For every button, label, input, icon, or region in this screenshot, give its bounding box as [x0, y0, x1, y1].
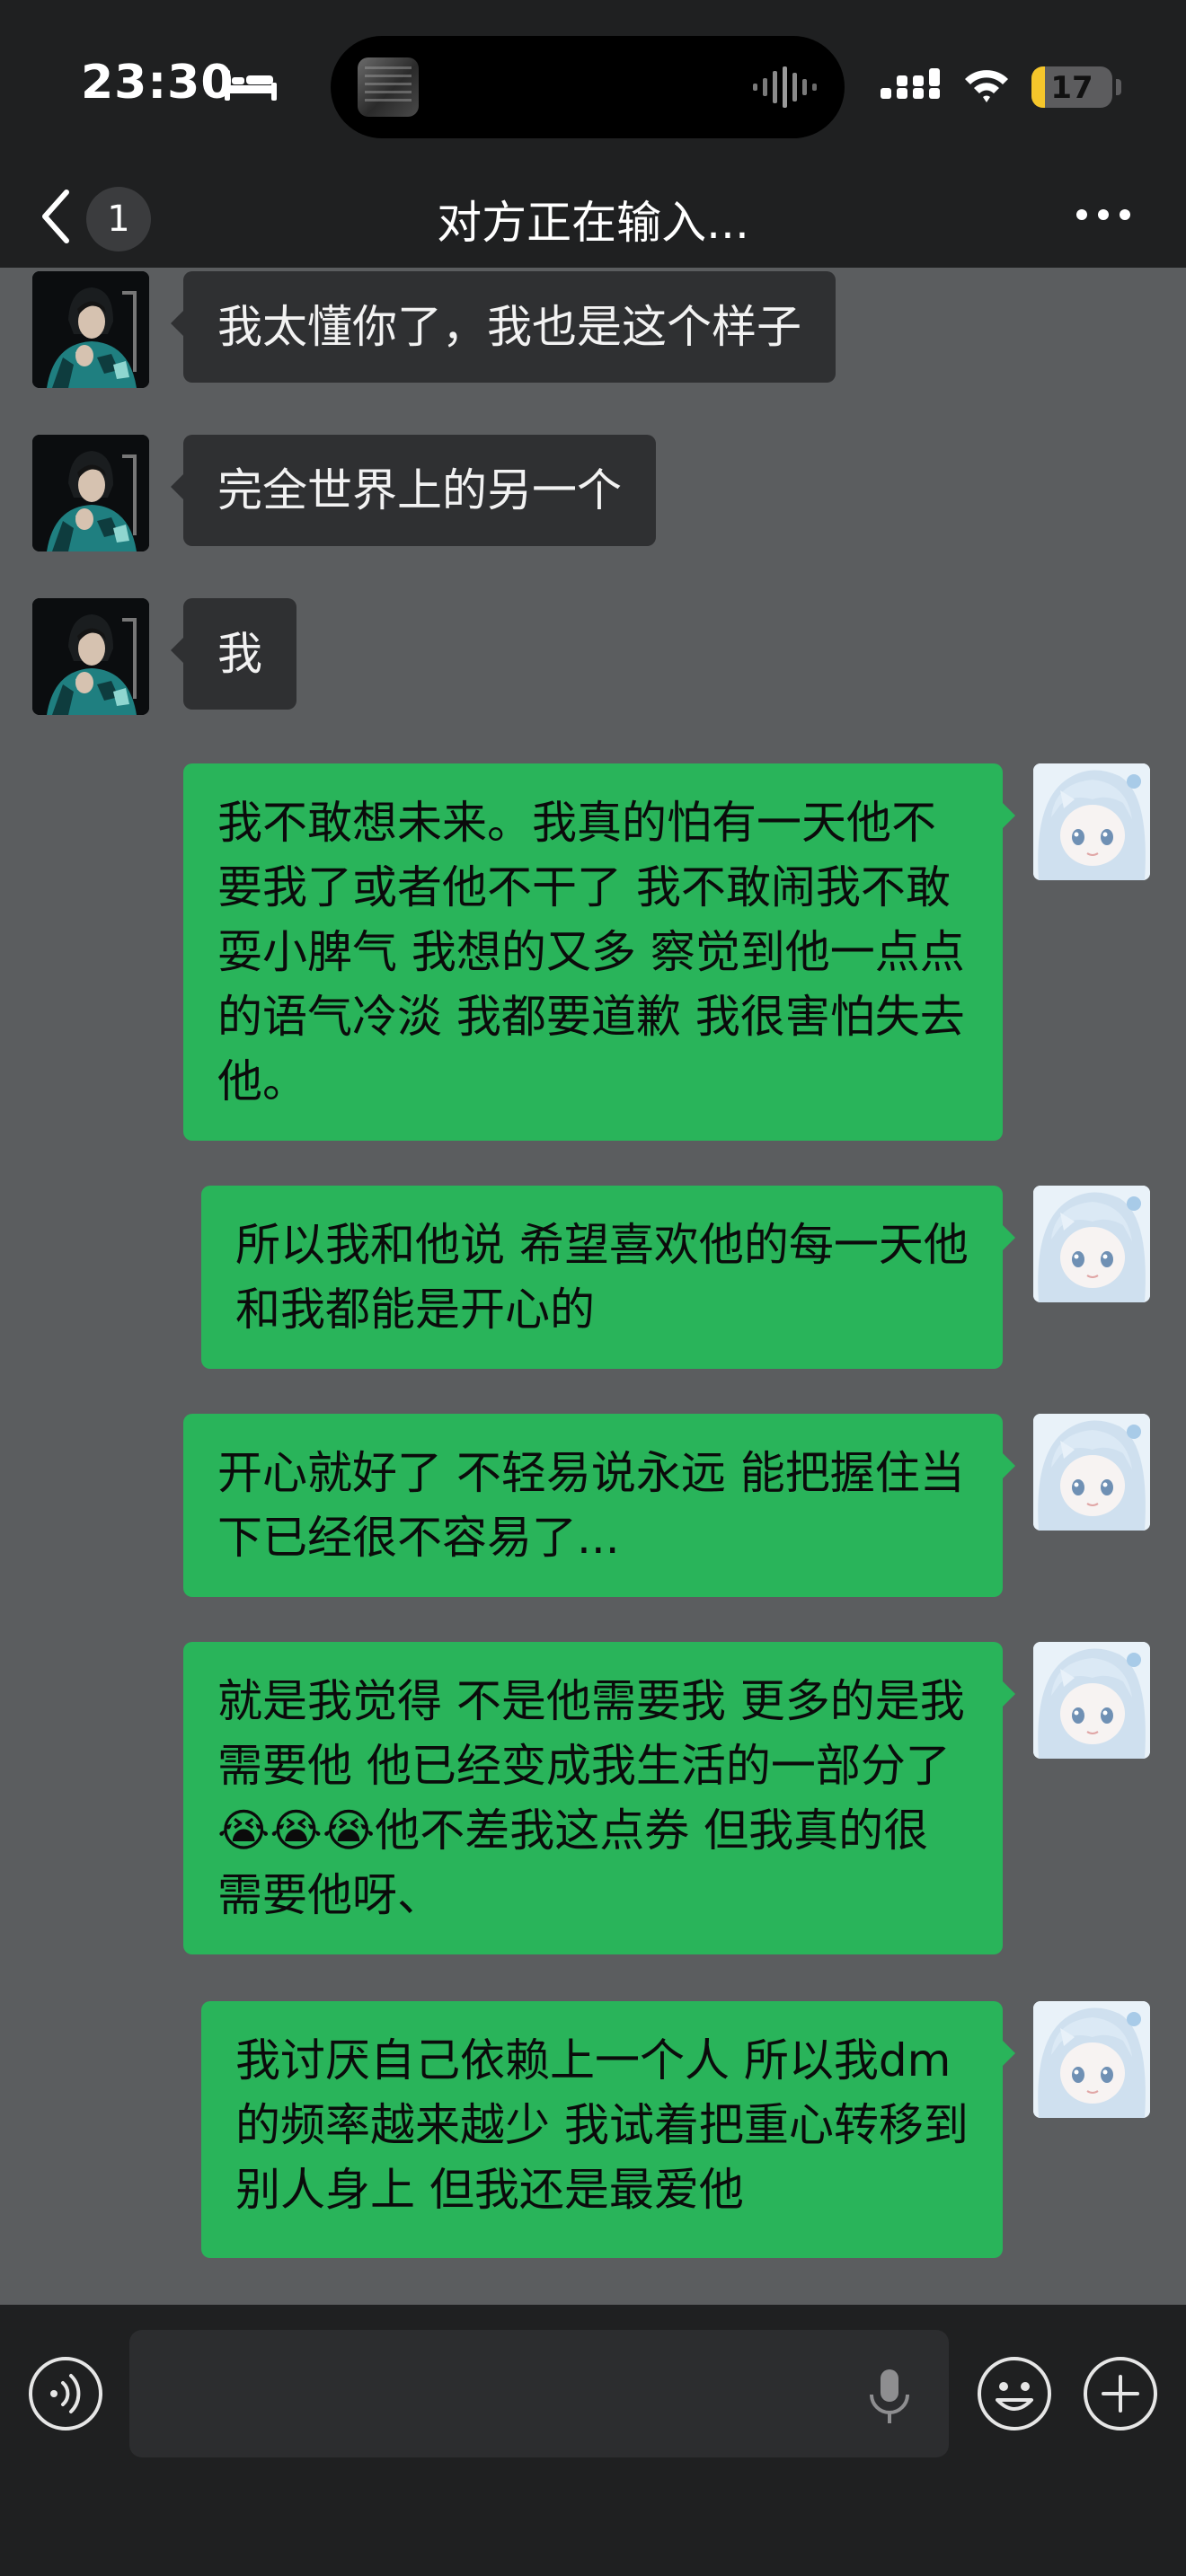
my-avatar[interactable] — [1033, 1414, 1150, 1531]
peer-avatar[interactable] — [32, 435, 149, 551]
now-playing-artwork — [358, 57, 419, 117]
my-avatar-image — [1033, 1414, 1150, 1531]
message-input[interactable] — [129, 2330, 949, 2457]
peer-avatar[interactable] — [32, 598, 149, 715]
wifi-icon — [965, 70, 1008, 102]
message-bubble-mine[interactable]: 我讨厌自己依赖上一个人 所以我dm的频率越来越少 我试着把重心转移到别人身上 但… — [201, 2001, 1015, 2258]
emoji-icon[interactable] — [976, 2355, 1053, 2432]
my-avatar[interactable] — [1033, 763, 1150, 880]
message-bubble-peer[interactable]: 完全世界上的另一个 — [171, 435, 656, 546]
peer-avatar-image — [32, 271, 149, 388]
my-avatar-image — [1033, 1642, 1150, 1759]
status-time: 23:30 — [81, 56, 235, 110]
message-bubble-mine[interactable]: 我不敢想未来。我真的怕有一天他不要我了或者他不干了 我不敢闹我不敢耍小脾气 我想… — [183, 763, 1015, 1141]
input-bar — [0, 2305, 1186, 2576]
my-avatar-image — [1033, 2001, 1150, 2118]
signal-icon — [881, 68, 940, 99]
battery-icon: 17 — [1031, 66, 1112, 108]
peer-avatar-image — [32, 598, 149, 715]
bed-icon — [225, 70, 277, 101]
waveform-icon — [753, 66, 817, 108]
my-avatar-image — [1033, 763, 1150, 880]
status-bar: 23:30 17 — [0, 0, 1186, 167]
message-bubble-peer[interactable]: 我太懂你了，我也是这个样子 — [171, 271, 836, 383]
message-bubble-mine[interactable]: 开心就好了 不轻易说永远 能把握住当下已经很不容易了... — [183, 1414, 1015, 1597]
battery-level: 17 — [1050, 70, 1093, 106]
my-avatar[interactable] — [1033, 1642, 1150, 1759]
chat-title: 对方正在输入... — [437, 197, 749, 249]
microphone-icon[interactable] — [864, 2368, 915, 2425]
my-avatar-image — [1033, 1186, 1150, 1302]
more-dots-icon[interactable] — [1075, 203, 1132, 226]
my-avatar[interactable] — [1033, 1186, 1150, 1302]
chat-header: 1 对方正在输入... — [0, 167, 1186, 268]
message-bubble-mine[interactable]: 就是我觉得 不是他需要我 更多的是我需要他 他已经变成我生活的一部分了😭😭😭他不… — [183, 1642, 1015, 1954]
peer-avatar[interactable] — [32, 271, 149, 388]
plus-icon[interactable] — [1082, 2355, 1159, 2432]
message-bubble-mine[interactable]: 所以我和他说 希望喜欢他的每一天他和我都能是开心的 — [201, 1186, 1015, 1369]
message-bubble-peer[interactable]: 我 — [171, 598, 296, 710]
peer-avatar-image — [32, 435, 149, 551]
voice-mode-icon[interactable] — [27, 2355, 104, 2432]
my-avatar[interactable] — [1033, 2001, 1150, 2118]
dynamic-island[interactable] — [331, 36, 845, 138]
battery-tip — [1116, 79, 1121, 95]
